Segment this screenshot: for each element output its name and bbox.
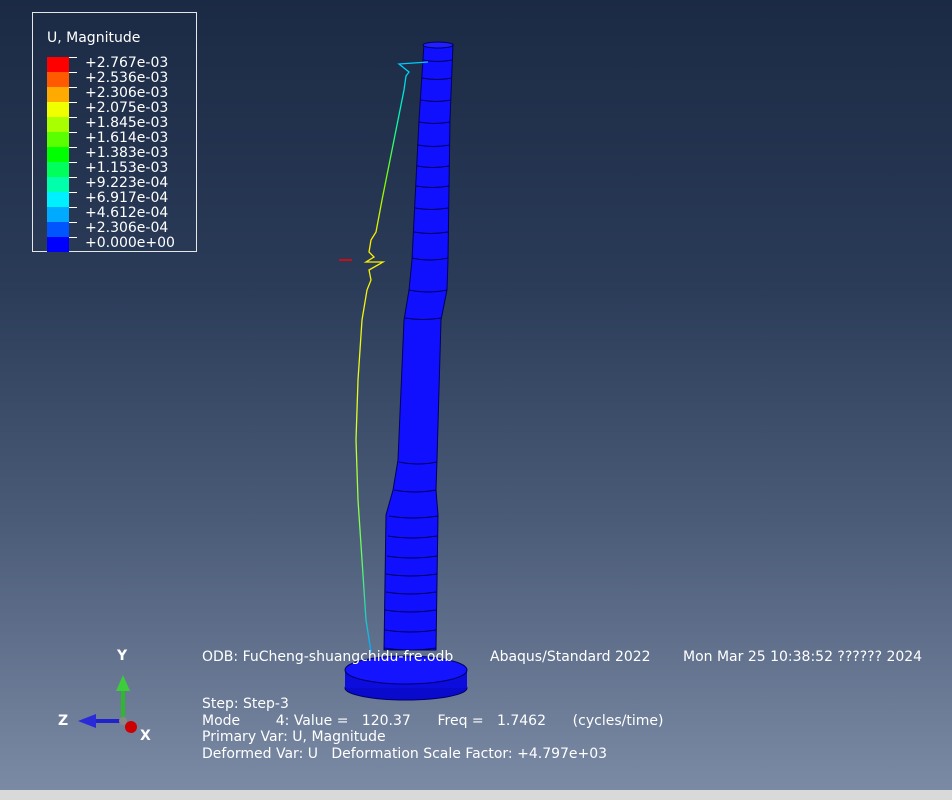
triad-z-label: Z (58, 713, 69, 729)
viewport[interactable]: U, Magnitude +2.767e-03 +2.536e-03 +2.306e… (0, 0, 952, 790)
mode-label: Mode 4: Value = 120.37 Freq = 1.7462 (cy… (202, 713, 664, 729)
primary-var-label: Primary Var: U, Magnitude (202, 729, 386, 745)
date-label: Mon Mar 25 10:38:52 ?????? 2024 (683, 649, 923, 665)
triad-x-label: X (140, 728, 151, 744)
bottom-status-strip (0, 790, 952, 800)
column-body (383, 43, 454, 651)
solver-label: Abaqus/Standard 2022 (490, 649, 651, 665)
triad-y-label: Y (117, 648, 128, 664)
view-triad: Y Z X (50, 645, 160, 755)
odb-label: ODB: FuCheng-shuangchidu-fre.odb (202, 649, 454, 665)
step-label: Step: Step-3 (202, 696, 289, 712)
deformed-var-label: Deformed Var: U Deformation Scale Factor… (202, 746, 608, 762)
column-top-cap (422, 41, 454, 49)
